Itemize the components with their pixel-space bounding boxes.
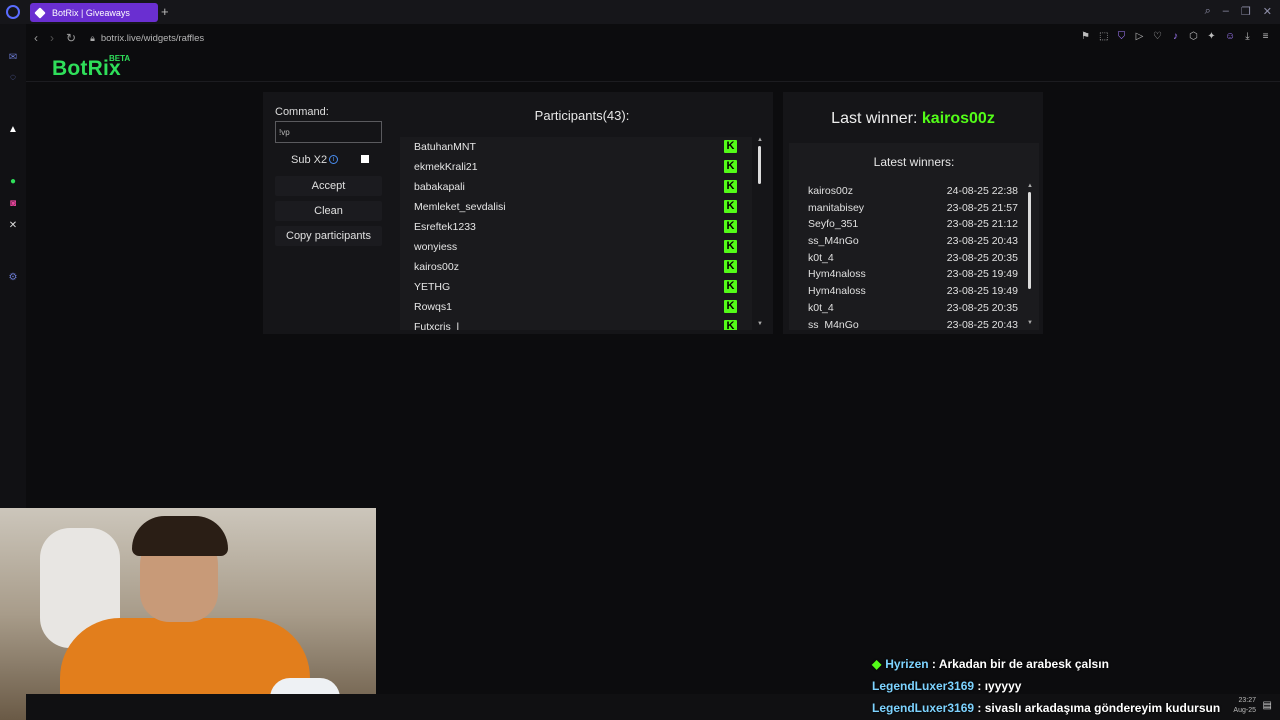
- puzzle-icon[interactable]: ✦: [1207, 31, 1216, 42]
- instagram-icon[interactable]: ◙: [7, 198, 19, 210]
- new-tab-button[interactable]: +: [161, 4, 169, 19]
- pin-icon[interactable]: ⚑: [1081, 31, 1090, 42]
- list-item: kairos00z K: [400, 257, 752, 277]
- kick-icon: K: [724, 260, 737, 273]
- x-twitter-icon[interactable]: ✕: [7, 220, 19, 232]
- copy-participants-button[interactable]: Copy participants: [275, 226, 382, 246]
- kick-icon: K: [724, 140, 737, 153]
- list-item: Rowqs1 K: [400, 297, 752, 317]
- table-row: k0t_4 23-08-25 20:35: [808, 251, 1018, 264]
- play-icon[interactable]: ▷: [1135, 31, 1144, 42]
- participants-title: Participants(43):: [534, 108, 630, 123]
- command-input[interactable]: !vp: [275, 121, 382, 143]
- latest-winners-title: Latest winners:: [873, 155, 955, 169]
- participants-list[interactable]: BatuhanMNT K ekmekKrali21 K babakapali K Me…: [400, 137, 752, 330]
- lock-icon: 🔒︎: [90, 32, 95, 43]
- table-row: Hym4naloss 23-08-25 19:49: [808, 268, 1018, 281]
- list-item: Futxcris_l K: [400, 317, 752, 330]
- scroll-thumb[interactable]: [758, 146, 761, 184]
- profile-icon[interactable]: ☺: [1225, 31, 1235, 42]
- scroll-up-icon[interactable]: ▲: [1027, 183, 1033, 189]
- shield-icon[interactable]: ⛉: [1117, 31, 1126, 42]
- download-icon[interactable]: ⤓: [1243, 31, 1252, 42]
- whatsapp-icon[interactable]: ●: [7, 176, 19, 188]
- kick-icon: K: [724, 300, 737, 313]
- table-row: k0t_4 23-08-25 20:35: [808, 301, 1018, 314]
- taskbar-clock[interactable]: 23:27 Aug-25: [1233, 696, 1256, 716]
- winners-scrollbar[interactable]: ▲ ▼: [1026, 183, 1034, 329]
- scroll-down-icon[interactable]: ▼: [757, 321, 763, 327]
- table-row: Seyfo_351 23-08-25 21:12: [808, 218, 1018, 231]
- extension-icon[interactable]: ⬡: [1189, 31, 1198, 42]
- list-item: ekmekKrali21 K: [400, 157, 752, 177]
- sub-x2-label: Sub X2: [291, 154, 328, 166]
- kick-icon: K: [724, 200, 737, 213]
- window-controls: ⌕ – ❐ ✕: [1205, 5, 1272, 18]
- chat-message: LegendLuxer3169 : ıyyyyy: [872, 679, 1022, 693]
- table-row: ss_M4nGo 23-08-25 20:43: [808, 235, 1018, 248]
- accept-button[interactable]: Accept: [275, 176, 382, 196]
- browser-titlebar: BotRix | Giveaways + ⌕ – ❐ ✕: [0, 0, 1280, 24]
- command-label: Command:: [275, 106, 329, 118]
- tab-favicon-icon: [34, 6, 46, 19]
- settings-icon[interactable]: ⚙: [7, 272, 19, 284]
- table-row: Hym4naloss 23-08-25 19:49: [808, 285, 1018, 298]
- menu-icon[interactable]: ≡: [1261, 31, 1270, 42]
- list-item: Memleket_sevdalisi K: [400, 197, 752, 217]
- aria-icon[interactable]: ▲: [7, 124, 19, 136]
- kick-icon: K: [724, 220, 737, 233]
- search-tabs-icon[interactable]: ⌕: [1205, 5, 1211, 18]
- notification-icon[interactable]: ▤: [1263, 700, 1272, 711]
- scroll-down-icon[interactable]: ▼: [1027, 320, 1033, 326]
- clean-button[interactable]: Clean: [275, 201, 382, 221]
- list-item: wonyiess K: [400, 237, 752, 257]
- participants-scrollbar[interactable]: ▲ ▼: [756, 137, 764, 330]
- minimize-icon[interactable]: –: [1223, 5, 1229, 18]
- chat-message: LegendLuxer3169 : sivaslı arkadaşıma gön…: [872, 701, 1221, 715]
- scroll-up-icon[interactable]: ▲: [757, 137, 763, 143]
- list-item: BatuhanMNT K: [400, 137, 752, 157]
- list-item: YETHG K: [400, 277, 752, 297]
- table-row: manitabisey 23-08-25 21:57: [808, 201, 1018, 214]
- webcam-overlay: [0, 508, 376, 720]
- url-field[interactable]: botrix.live/widgets/raffles: [101, 33, 204, 44]
- messenger-icon[interactable]: ✉: [7, 52, 19, 64]
- kick-icon: K: [724, 160, 737, 173]
- speaker-icon[interactable]: ♪: [1171, 31, 1180, 42]
- kick-icon: K: [724, 180, 737, 193]
- kick-icon: K: [724, 240, 737, 253]
- header-divider: [26, 81, 1280, 82]
- beta-badge: BETA: [109, 54, 131, 63]
- chat-message: ◆ Hyrizen : Arkadan bir de arabesk çalsın: [872, 657, 1109, 671]
- back-icon[interactable]: ‹: [34, 31, 38, 45]
- restore-icon[interactable]: ❐: [1241, 5, 1251, 18]
- latest-winners-list[interactable]: kairos00z 24-08-25 22:38 manitabisey 23-08…: [808, 183, 1018, 329]
- list-item: babakapali K: [400, 177, 752, 197]
- kick-icon: K: [724, 320, 737, 330]
- reload-icon[interactable]: ↻: [66, 31, 76, 45]
- opera-logo-icon[interactable]: [6, 5, 20, 19]
- navigation-buttons: ‹ › ↻: [34, 31, 76, 45]
- refresh-feed-icon[interactable]: ◌: [7, 72, 19, 84]
- last-winner-name: kairos00z: [921, 110, 995, 127]
- forward-icon[interactable]: ›: [50, 31, 54, 45]
- scroll-thumb[interactable]: [1028, 192, 1031, 289]
- sub-x2-checkbox[interactable]: [361, 155, 369, 163]
- kick-icon: K: [724, 280, 737, 293]
- table-row: ss_M4nGo 23-08-25 20:43: [808, 318, 1018, 330]
- extension-icons: ⚑ ⬚ ⛉ ▷ ♡ ♪ ⬡ ✦ ☺ ⤓ ≡: [1081, 31, 1270, 42]
- info-icon[interactable]: i: [329, 155, 338, 164]
- heart-icon[interactable]: ♡: [1153, 31, 1162, 42]
- snapshot-icon[interactable]: ⬚: [1099, 31, 1108, 42]
- last-winner: Last winner: kairos00z: [831, 110, 995, 127]
- tab-title: BotRix | Giveaways: [52, 7, 130, 18]
- close-icon[interactable]: ✕: [1263, 5, 1272, 18]
- tab-botrix-giveaways[interactable]: BotRix | Giveaways: [30, 3, 158, 22]
- table-row: kairos00z 24-08-25 22:38: [808, 185, 1018, 197]
- list-item: Esreftek1233 K: [400, 217, 752, 237]
- diamond-icon: ◆: [872, 657, 882, 671]
